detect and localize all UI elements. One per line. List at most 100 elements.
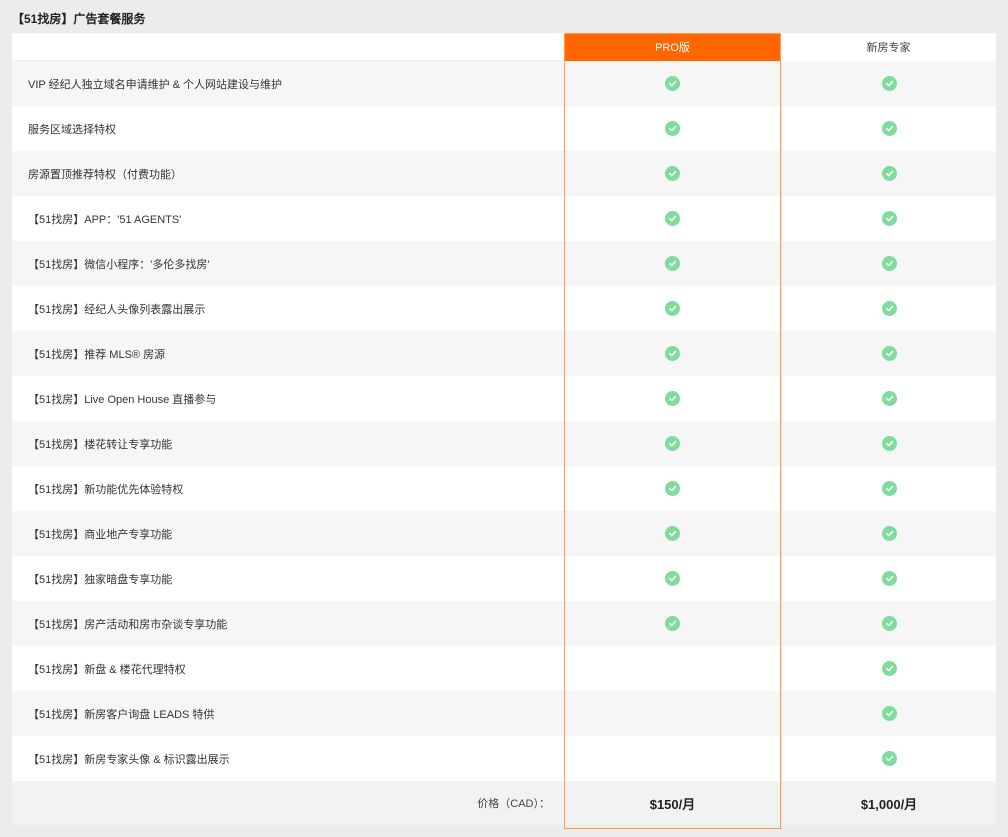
check-circle-icon xyxy=(665,346,680,361)
check-circle-icon xyxy=(881,436,897,451)
pro-feature-cell xyxy=(564,196,781,241)
expert-feature-cell xyxy=(781,376,996,421)
pro-feature-cell xyxy=(564,556,781,601)
check-circle-icon xyxy=(881,256,897,271)
feature-row: 【51找房】商业地产专享功能 xyxy=(12,511,996,556)
feature-label: 【51找房】商业地产专享功能 xyxy=(28,528,173,541)
check-circle-icon xyxy=(881,211,897,226)
pro-feature-cell xyxy=(564,151,781,196)
expert-feature-cell xyxy=(781,556,996,601)
check-circle-icon xyxy=(881,526,897,541)
pro-feature-cell xyxy=(564,466,781,511)
page: 【51找房】广告套餐服务 PRO版 新房专家 VIP 经纪人独立域名申请维护 &… xyxy=(0,0,1008,837)
pro-feature-cell xyxy=(564,646,781,691)
feature-label: 服务区域选择特权 xyxy=(28,123,116,136)
expert-feature-cell xyxy=(781,196,996,241)
check-circle-icon xyxy=(881,661,897,676)
feature-row: 【51找房】APP：'51 AGENTS' xyxy=(12,196,996,241)
feature-label: 【51找房】房产活动和房市杂谈专享功能 xyxy=(28,618,228,631)
check-circle-icon xyxy=(881,571,897,586)
feature-label: 【51找房】微信小程序：'多伦多找房' xyxy=(28,258,210,271)
pro-feature-cell xyxy=(564,106,781,151)
expert-feature-cell xyxy=(781,241,996,286)
feature-row: 【51找房】新房专家头像 & 标识露出展示 xyxy=(12,736,996,781)
feature-label: 【51找房】楼花转让专享功能 xyxy=(28,438,173,451)
feature-row: 【51找房】新功能优先体验特权 xyxy=(12,466,996,511)
feature-row: 【51找房】独家暗盘专享功能 xyxy=(12,556,996,601)
price-label: 价格（CAD）： xyxy=(477,798,550,810)
expert-feature-cell xyxy=(781,466,996,511)
feature-label: 房源置顶推荐特权（付费功能） xyxy=(28,168,182,181)
pro-column-header: PRO版 xyxy=(564,33,781,61)
table-header-row: PRO版 新房专家 xyxy=(12,33,996,61)
feature-row: 【51找房】新房客户询盘 LEADS 特供 xyxy=(12,691,996,736)
check-circle-icon xyxy=(881,616,897,631)
expert-feature-cell xyxy=(781,511,996,556)
check-circle-icon xyxy=(665,571,680,586)
pro-feature-cell xyxy=(564,286,781,331)
check-circle-icon xyxy=(665,211,680,226)
expert-feature-cell xyxy=(781,151,996,196)
feature-row: 【51找房】经纪人头像列表露出展示 xyxy=(12,286,996,331)
expert-feature-cell xyxy=(781,646,996,691)
feature-label: 【51找房】新房专家头像 & 标识露出展示 xyxy=(28,753,230,766)
expert-feature-cell xyxy=(781,61,996,106)
pro-feature-cell xyxy=(564,691,781,736)
check-circle-icon xyxy=(881,121,897,136)
check-circle-icon xyxy=(881,391,897,406)
check-circle-icon xyxy=(665,526,680,541)
check-circle-icon xyxy=(665,436,680,451)
feature-row: VIP 经纪人独立域名申请维护 & 个人网站建设与维护 xyxy=(12,61,996,106)
feature-label: 【51找房】APP：'51 AGENTS' xyxy=(28,213,182,226)
feature-label: 【51找房】新功能优先体验特权 xyxy=(28,483,184,496)
pro-feature-cell xyxy=(564,241,781,286)
feature-label: 【51找房】新房客户询盘 LEADS 特供 xyxy=(28,708,215,721)
feature-row: 【51找房】Live Open House 直播参与 xyxy=(12,376,996,421)
feature-row: 【51找房】推荐 MLS® 房源 xyxy=(12,331,996,376)
pro-price: $150/月 xyxy=(649,796,696,812)
feature-rows: VIP 经纪人独立域名申请维护 & 个人网站建设与维护 服务区域选择特权房源置顶推… xyxy=(12,61,996,781)
check-circle-icon xyxy=(881,706,897,721)
feature-label: 【51找房】独家暗盘专享功能 xyxy=(28,573,173,586)
feature-label: VIP 经纪人独立域名申请维护 & 个人网站建设与维护 xyxy=(28,78,283,91)
expert-price: $1,000/月 xyxy=(781,781,996,825)
feature-row: 【51找房】楼花转让专享功能 xyxy=(12,421,996,466)
pro-feature-cell xyxy=(564,736,781,781)
check-circle-icon xyxy=(665,616,680,631)
check-circle-icon xyxy=(881,76,897,91)
check-circle-icon xyxy=(881,301,897,316)
feature-label: 【51找房】新盘 & 楼花代理特权 xyxy=(28,663,186,676)
expert-feature-cell xyxy=(781,601,996,646)
check-circle-icon xyxy=(665,301,680,316)
check-circle-icon xyxy=(881,751,897,766)
feature-label: 【51找房】推荐 MLS® 房源 xyxy=(28,348,166,361)
feature-label: 【51找房】经纪人头像列表露出展示 xyxy=(28,303,206,316)
check-circle-icon xyxy=(665,481,680,496)
expert-feature-cell xyxy=(781,331,996,376)
pro-feature-cell xyxy=(564,376,781,421)
feature-row: 【51找房】房产活动和房市杂谈专享功能 xyxy=(12,601,996,646)
price-row: 价格（CAD）： $150/月 $1,000/月 xyxy=(12,781,996,825)
pro-feature-cell xyxy=(564,421,781,466)
feature-row: 服务区域选择特权 xyxy=(12,106,996,151)
expert-column-header: 新房专家 xyxy=(866,42,911,54)
expert-feature-cell xyxy=(781,736,996,781)
check-circle-icon xyxy=(881,346,897,361)
expert-feature-cell xyxy=(781,106,996,151)
feature-label: 【51找房】Live Open House 直播参与 xyxy=(28,393,217,406)
expert-feature-cell xyxy=(781,286,996,331)
feature-row: 【51找房】新盘 & 楼花代理特权 xyxy=(12,646,996,691)
check-circle-icon xyxy=(665,121,680,136)
check-circle-icon xyxy=(665,391,680,406)
check-circle-icon xyxy=(665,256,680,271)
check-circle-icon xyxy=(881,166,897,181)
expert-feature-cell xyxy=(781,691,996,736)
pro-feature-cell xyxy=(564,61,781,106)
check-circle-icon xyxy=(665,166,680,181)
check-circle-icon xyxy=(665,76,680,91)
page-title: 【51找房】广告套餐服务 xyxy=(12,12,146,26)
pro-feature-cell xyxy=(564,331,781,376)
expert-feature-cell xyxy=(781,421,996,466)
feature-header-cell xyxy=(12,33,564,61)
pro-feature-cell xyxy=(564,511,781,556)
